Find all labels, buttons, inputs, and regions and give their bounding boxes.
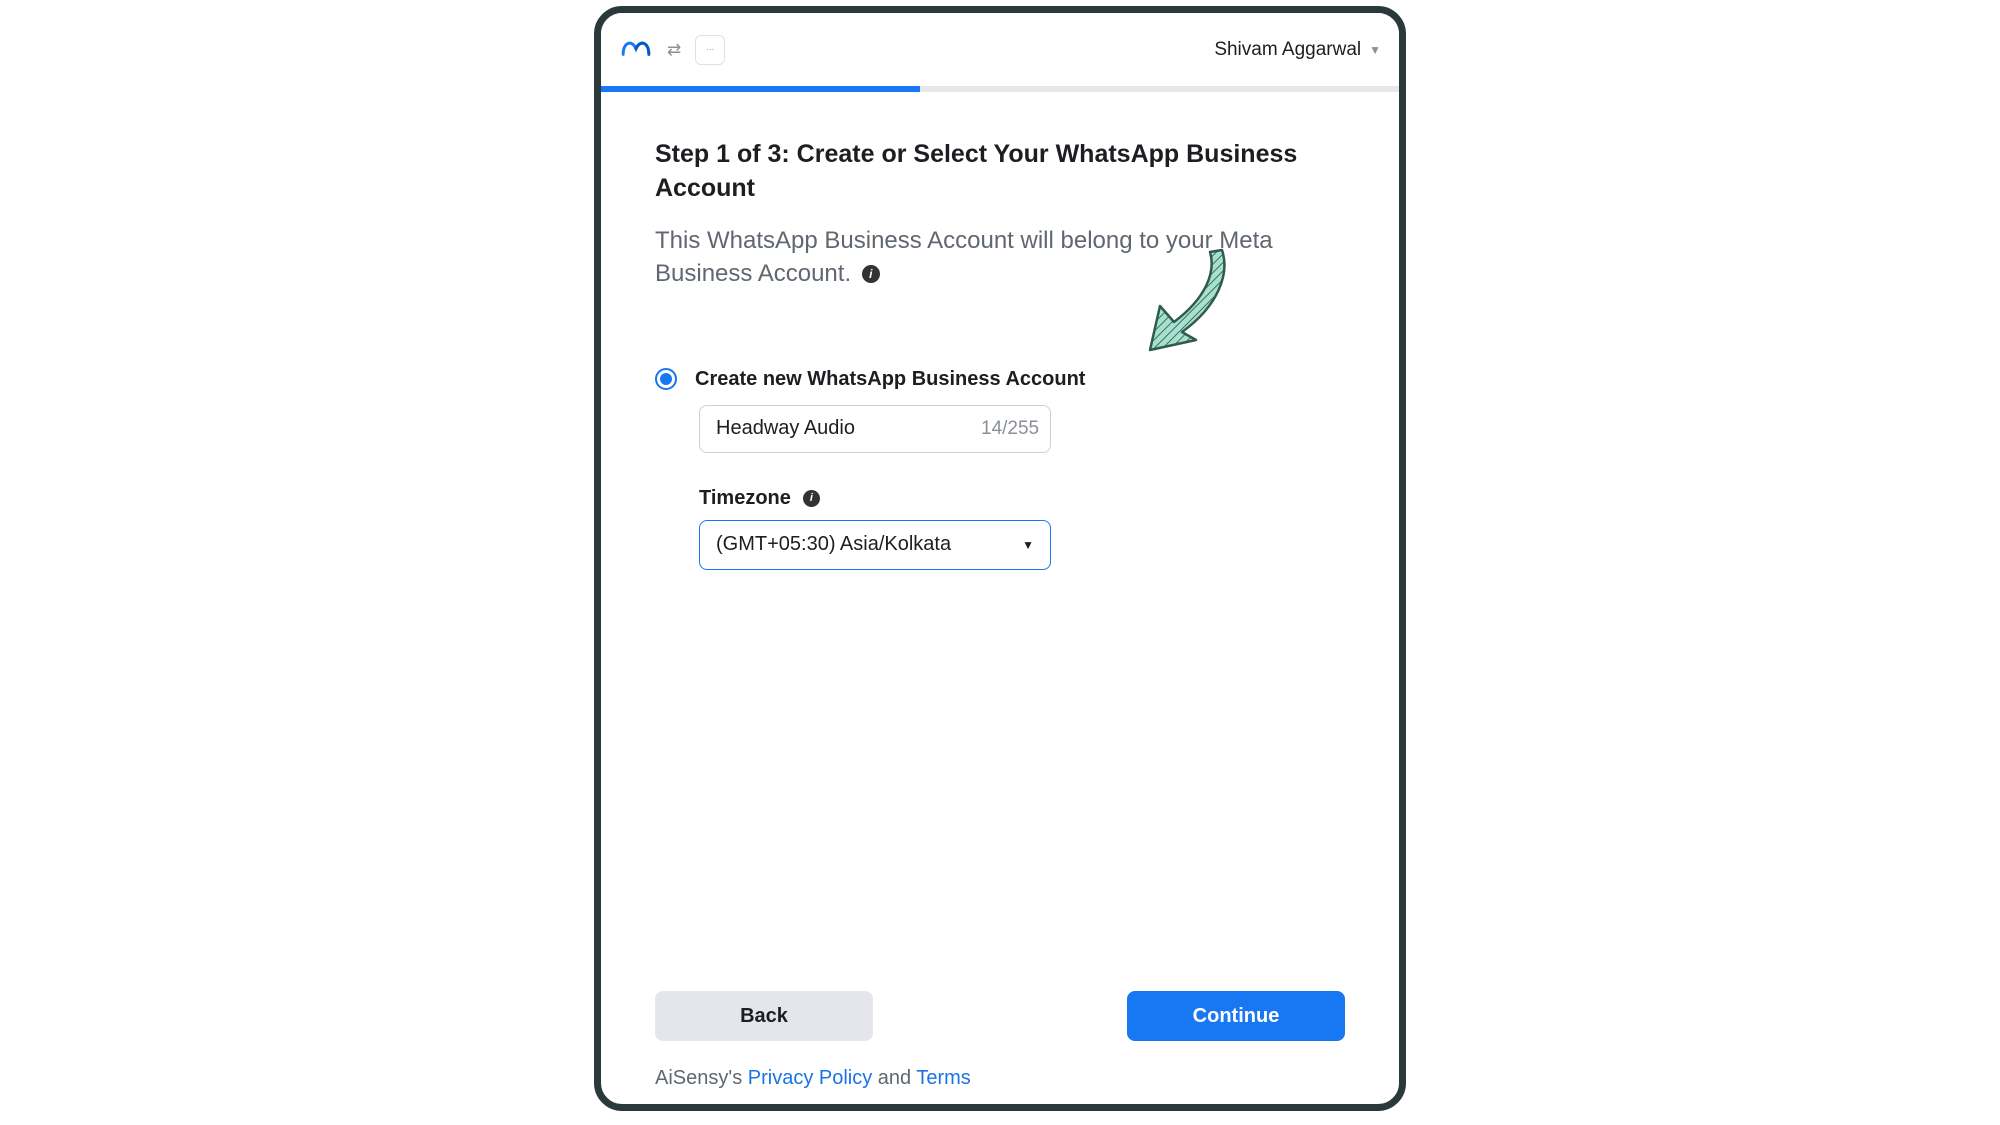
footer-buttons: Back Continue xyxy=(601,991,1399,1041)
radio-create-new[interactable] xyxy=(655,368,677,390)
user-name: Shivam Aggarwal xyxy=(1214,39,1361,61)
privacy-link[interactable]: Privacy Policy xyxy=(748,1067,872,1089)
account-name-input-wrap[interactable]: 14/255 xyxy=(699,405,1051,453)
option-label: Create new WhatsApp Business Account xyxy=(695,368,1085,391)
swap-icon: ⇄ xyxy=(667,40,681,60)
subtitle-text: This WhatsApp Business Account will belo… xyxy=(655,227,1273,287)
chevron-down-icon: ▼ xyxy=(1022,538,1034,552)
char-count: 14/255 xyxy=(981,418,1039,440)
meta-logo xyxy=(619,36,653,63)
footer-prefix: AiSensy's xyxy=(655,1067,748,1089)
app-tag-icon: ⋯ xyxy=(695,35,725,65)
terms-link[interactable]: Terms xyxy=(916,1067,970,1089)
top-icons: ⇄ ⋯ xyxy=(667,35,725,65)
continue-button[interactable]: Continue xyxy=(1127,991,1345,1041)
footer-mid: and xyxy=(872,1067,916,1089)
info-icon[interactable]: i xyxy=(862,265,880,283)
back-button[interactable]: Back xyxy=(655,991,873,1041)
content: Step 1 of 3: Create or Select Your Whats… xyxy=(601,92,1399,991)
timezone-label: Timezone i xyxy=(699,487,1345,510)
page-title: Step 1 of 3: Create or Select Your Whats… xyxy=(655,138,1345,206)
page-subtitle: This WhatsApp Business Account will belo… xyxy=(655,224,1345,290)
meta-logo-icon xyxy=(619,36,653,58)
user-menu[interactable]: Shivam Aggarwal ▼ xyxy=(1214,39,1381,61)
timezone-select[interactable]: (GMT+05:30) Asia/Kolkata ▼ xyxy=(699,520,1051,570)
timezone-selected: (GMT+05:30) Asia/Kolkata xyxy=(716,533,951,556)
modal-frame: ⇄ ⋯ Shivam Aggarwal ▼ Step 1 of 3: Creat… xyxy=(594,6,1406,1111)
info-icon[interactable]: i xyxy=(803,490,820,507)
chevron-down-icon: ▼ xyxy=(1369,43,1381,57)
input-block: 14/255 Timezone i (GMT+05:30) Asia/Kolka… xyxy=(699,405,1345,570)
option-row: Create new WhatsApp Business Account xyxy=(655,368,1345,391)
timezone-label-text: Timezone xyxy=(699,487,791,510)
topbar: ⇄ ⋯ Shivam Aggarwal ▼ xyxy=(601,13,1399,86)
footer-legal: AiSensy's Privacy Policy and Terms xyxy=(601,1067,1399,1104)
account-name-input[interactable] xyxy=(716,417,981,440)
